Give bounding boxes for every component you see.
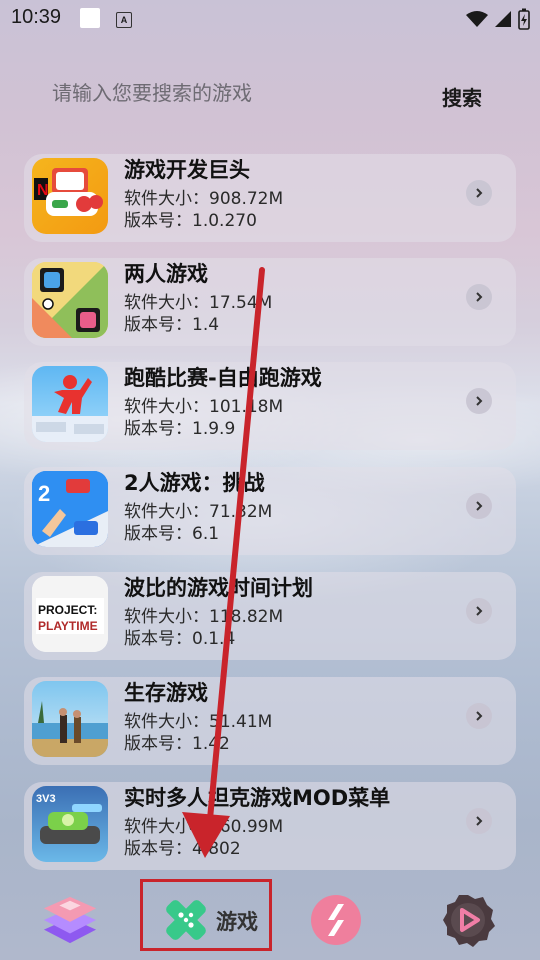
battery-charging-icon — [518, 8, 530, 30]
tank-game-icon: 3V3 — [32, 786, 108, 862]
game-list-item[interactable]: N 游戏开发巨头 软件大小：908.72M 版本号：1.0.270 — [24, 154, 516, 242]
game-list-item[interactable]: 跑酷比赛-自由跑游戏 软件大小：101.18M 版本号：1.9.9 — [24, 362, 516, 450]
game-version: 版本号：1.42 — [124, 734, 230, 754]
nav-item-layers[interactable] — [42, 892, 98, 948]
play-gear-icon — [443, 895, 495, 947]
game-title: 游戏开发巨头 — [124, 158, 250, 182]
game-version: 版本号：0.1.4 — [124, 629, 236, 649]
game-title: 2人游戏：挑战 — [124, 471, 265, 495]
svg-text:N: N — [37, 182, 49, 199]
pink-circle-icon — [311, 895, 361, 945]
game-list-item[interactable]: 2 2人游戏：挑战 软件大小：71.32M 版本号：6.1 — [24, 467, 516, 555]
project-playtime-icon: PROJECT: PLAYTIME — [32, 576, 108, 652]
two-player-game-icon — [32, 262, 108, 338]
nav-item-play[interactable] — [440, 892, 496, 948]
status-time: 10:39 — [11, 6, 62, 28]
svg-text:PLAYTIME: PLAYTIME — [38, 619, 98, 633]
chevron-right-icon[interactable] — [466, 180, 492, 206]
game-version: 版本号：1.0.270 — [124, 211, 257, 231]
game-title: 生存游戏 — [124, 681, 208, 705]
game-version: 版本号：6.1 — [124, 524, 220, 544]
game-title: 跑酷比赛-自由跑游戏 — [124, 366, 322, 390]
chevron-right-icon[interactable] — [466, 493, 492, 519]
survival-game-icon — [32, 681, 108, 757]
chevron-right-icon[interactable] — [466, 703, 492, 729]
chevron-right-icon[interactable] — [466, 808, 492, 834]
parkour-race-icon — [32, 366, 108, 442]
highlight-box — [140, 879, 272, 951]
signal-icon — [495, 11, 511, 27]
notification-icon — [80, 8, 100, 28]
wifi-icon — [466, 11, 488, 27]
game-list-item[interactable]: 两人游戏 软件大小：17.54M 版本号：1.4 — [24, 258, 516, 346]
game-title: 两人游戏 — [124, 262, 208, 286]
search-input[interactable] — [50, 80, 414, 106]
game-title: 实时多人坦克游戏MOD菜单 — [124, 786, 391, 810]
game-list-item[interactable]: PROJECT: PLAYTIME 波比的游戏时间计划 软件大小：118.82M… — [24, 572, 516, 660]
svg-text:2: 2 — [38, 481, 50, 506]
chevron-right-icon[interactable] — [466, 388, 492, 414]
game-title: 波比的游戏时间计划 — [124, 576, 313, 600]
svg-text:3V3: 3V3 — [36, 793, 56, 805]
search-bar: 搜索 — [24, 66, 516, 124]
two-player-challenge-icon: 2 — [32, 471, 108, 547]
game-version: 版本号：4.802 — [124, 839, 241, 859]
status-right — [466, 8, 530, 30]
chevron-right-icon[interactable] — [466, 598, 492, 624]
game-version: 版本号：1.4 — [124, 315, 220, 335]
game-list-item[interactable]: 3V3 实时多人坦克游戏MOD菜单 软件大小：160.99M 版本号：4.802 — [24, 782, 516, 870]
a-icon: A — [116, 12, 132, 28]
layers-icon — [43, 896, 97, 944]
search-button[interactable]: 搜索 — [442, 82, 482, 111]
status-bar: 10:39 A — [0, 0, 540, 36]
chevron-right-icon[interactable] — [466, 284, 492, 310]
game-version: 版本号：1.9.9 — [124, 419, 236, 439]
game-dev-tycoon-icon: N — [32, 158, 108, 234]
nav-item-pink[interactable] — [308, 892, 364, 948]
svg-text:PROJECT:: PROJECT: — [38, 603, 97, 617]
game-list-item[interactable]: 生存游戏 软件大小：51.41M 版本号：1.42 — [24, 677, 516, 765]
